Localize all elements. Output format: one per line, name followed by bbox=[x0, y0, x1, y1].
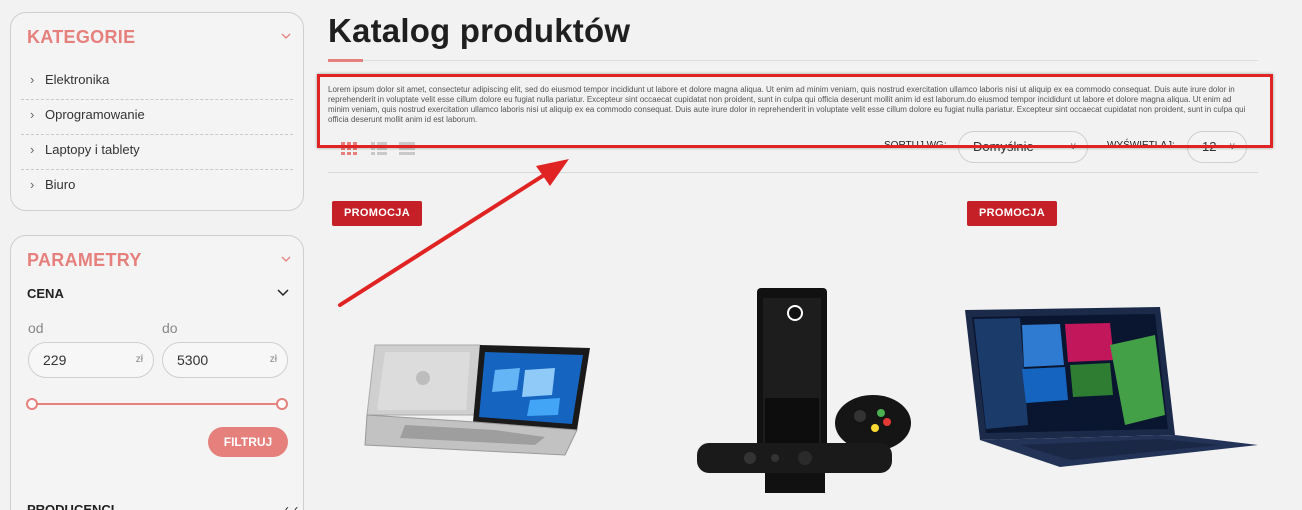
compact-list-icon[interactable] bbox=[398, 140, 416, 156]
chevron-right-icon: › bbox=[30, 107, 35, 122]
category-item-elektronika[interactable]: › Elektronika bbox=[21, 65, 293, 100]
grid-view-icon[interactable] bbox=[340, 140, 358, 156]
chevron-down-icon: ∨ bbox=[1228, 141, 1236, 152]
price-from-label: od bbox=[28, 320, 44, 336]
price-section-header[interactable]: CENA bbox=[27, 286, 291, 306]
per-page-value: 12 bbox=[1202, 139, 1217, 154]
show-label: WYŚWIETLAJ: bbox=[1107, 140, 1175, 151]
price-max-field: zł bbox=[162, 342, 288, 378]
promo-badge: PROMOCJA bbox=[332, 201, 422, 226]
category-list: › Elektronika › Oprogramowanie › Laptopy i … bbox=[21, 65, 293, 205]
price-max-input[interactable] bbox=[163, 343, 253, 377]
page-title: Katalog produktów bbox=[328, 12, 631, 49]
product-image-laptop-hp[interactable] bbox=[355, 340, 595, 460]
currency-label: zł bbox=[269, 354, 277, 365]
list-view-icon[interactable] bbox=[370, 140, 388, 156]
price-heading: CENA bbox=[27, 286, 64, 301]
category-item-biuro[interactable]: › Biuro bbox=[21, 170, 293, 205]
chevron-right-icon: › bbox=[30, 72, 35, 87]
chevron-right-icon: › bbox=[30, 142, 35, 157]
category-label: Elektronika bbox=[45, 72, 110, 87]
categories-title: KATEGORIE bbox=[27, 27, 136, 47]
chevron-down-icon[interactable]: ✓✓ bbox=[281, 504, 299, 510]
sort-select[interactable]: Domyślnie ∨ bbox=[958, 131, 1088, 163]
toolbar-divider bbox=[328, 172, 1258, 173]
per-page-select[interactable]: 12 ∨ bbox=[1187, 131, 1247, 163]
parameters-panel: PARAMETRY CENA od do zł zł FILTRUJ PRODU… bbox=[10, 235, 304, 510]
sort-select-value: Domyślnie bbox=[973, 139, 1034, 154]
catalog-description: Lorem ipsum dolor sit amet, consectetur … bbox=[328, 85, 1246, 124]
chevron-down-icon[interactable] bbox=[281, 31, 291, 41]
price-slider-max-handle[interactable] bbox=[276, 398, 288, 410]
category-item-oprogramowanie[interactable]: › Oprogramowanie bbox=[21, 100, 293, 135]
producers-heading[interactable]: PRODUCENCI bbox=[27, 502, 114, 510]
chevron-down-icon[interactable] bbox=[277, 287, 289, 297]
chevron-right-icon: › bbox=[30, 177, 35, 192]
category-label: Laptopy i tablety bbox=[45, 142, 140, 157]
price-min-input[interactable] bbox=[29, 343, 119, 377]
chevron-down-icon[interactable] bbox=[281, 254, 291, 264]
price-to-label: do bbox=[162, 320, 178, 336]
category-label: Biuro bbox=[45, 177, 76, 192]
chevron-down-icon: ∨ bbox=[1069, 141, 1077, 152]
categories-header[interactable]: KATEGORIE bbox=[27, 27, 291, 51]
parameters-title: PARAMETRY bbox=[27, 250, 142, 270]
title-divider bbox=[328, 60, 1258, 61]
currency-label: zł bbox=[135, 354, 143, 365]
price-slider-track[interactable] bbox=[33, 403, 283, 405]
sort-label: SORTUJ WG: bbox=[884, 140, 947, 151]
title-accent-bar bbox=[328, 59, 363, 62]
product-image-laptop-acer[interactable] bbox=[960, 305, 1260, 470]
parameters-header[interactable]: PARAMETRY bbox=[27, 250, 291, 274]
price-slider-min-handle[interactable] bbox=[26, 398, 38, 410]
categories-panel: KATEGORIE › Elektronika › Oprogramowanie ›… bbox=[10, 12, 304, 211]
price-min-field: zł bbox=[28, 342, 154, 378]
sidebar: KATEGORIE › Elektronika › Oprogramowanie ›… bbox=[0, 0, 310, 510]
category-label: Oprogramowanie bbox=[45, 107, 145, 122]
category-item-laptopy[interactable]: › Laptopy i tablety bbox=[21, 135, 293, 170]
promo-badge: PROMOCJA bbox=[967, 201, 1057, 226]
filter-button[interactable]: FILTRUJ bbox=[208, 427, 288, 457]
product-image-xbox-console[interactable] bbox=[695, 288, 915, 498]
